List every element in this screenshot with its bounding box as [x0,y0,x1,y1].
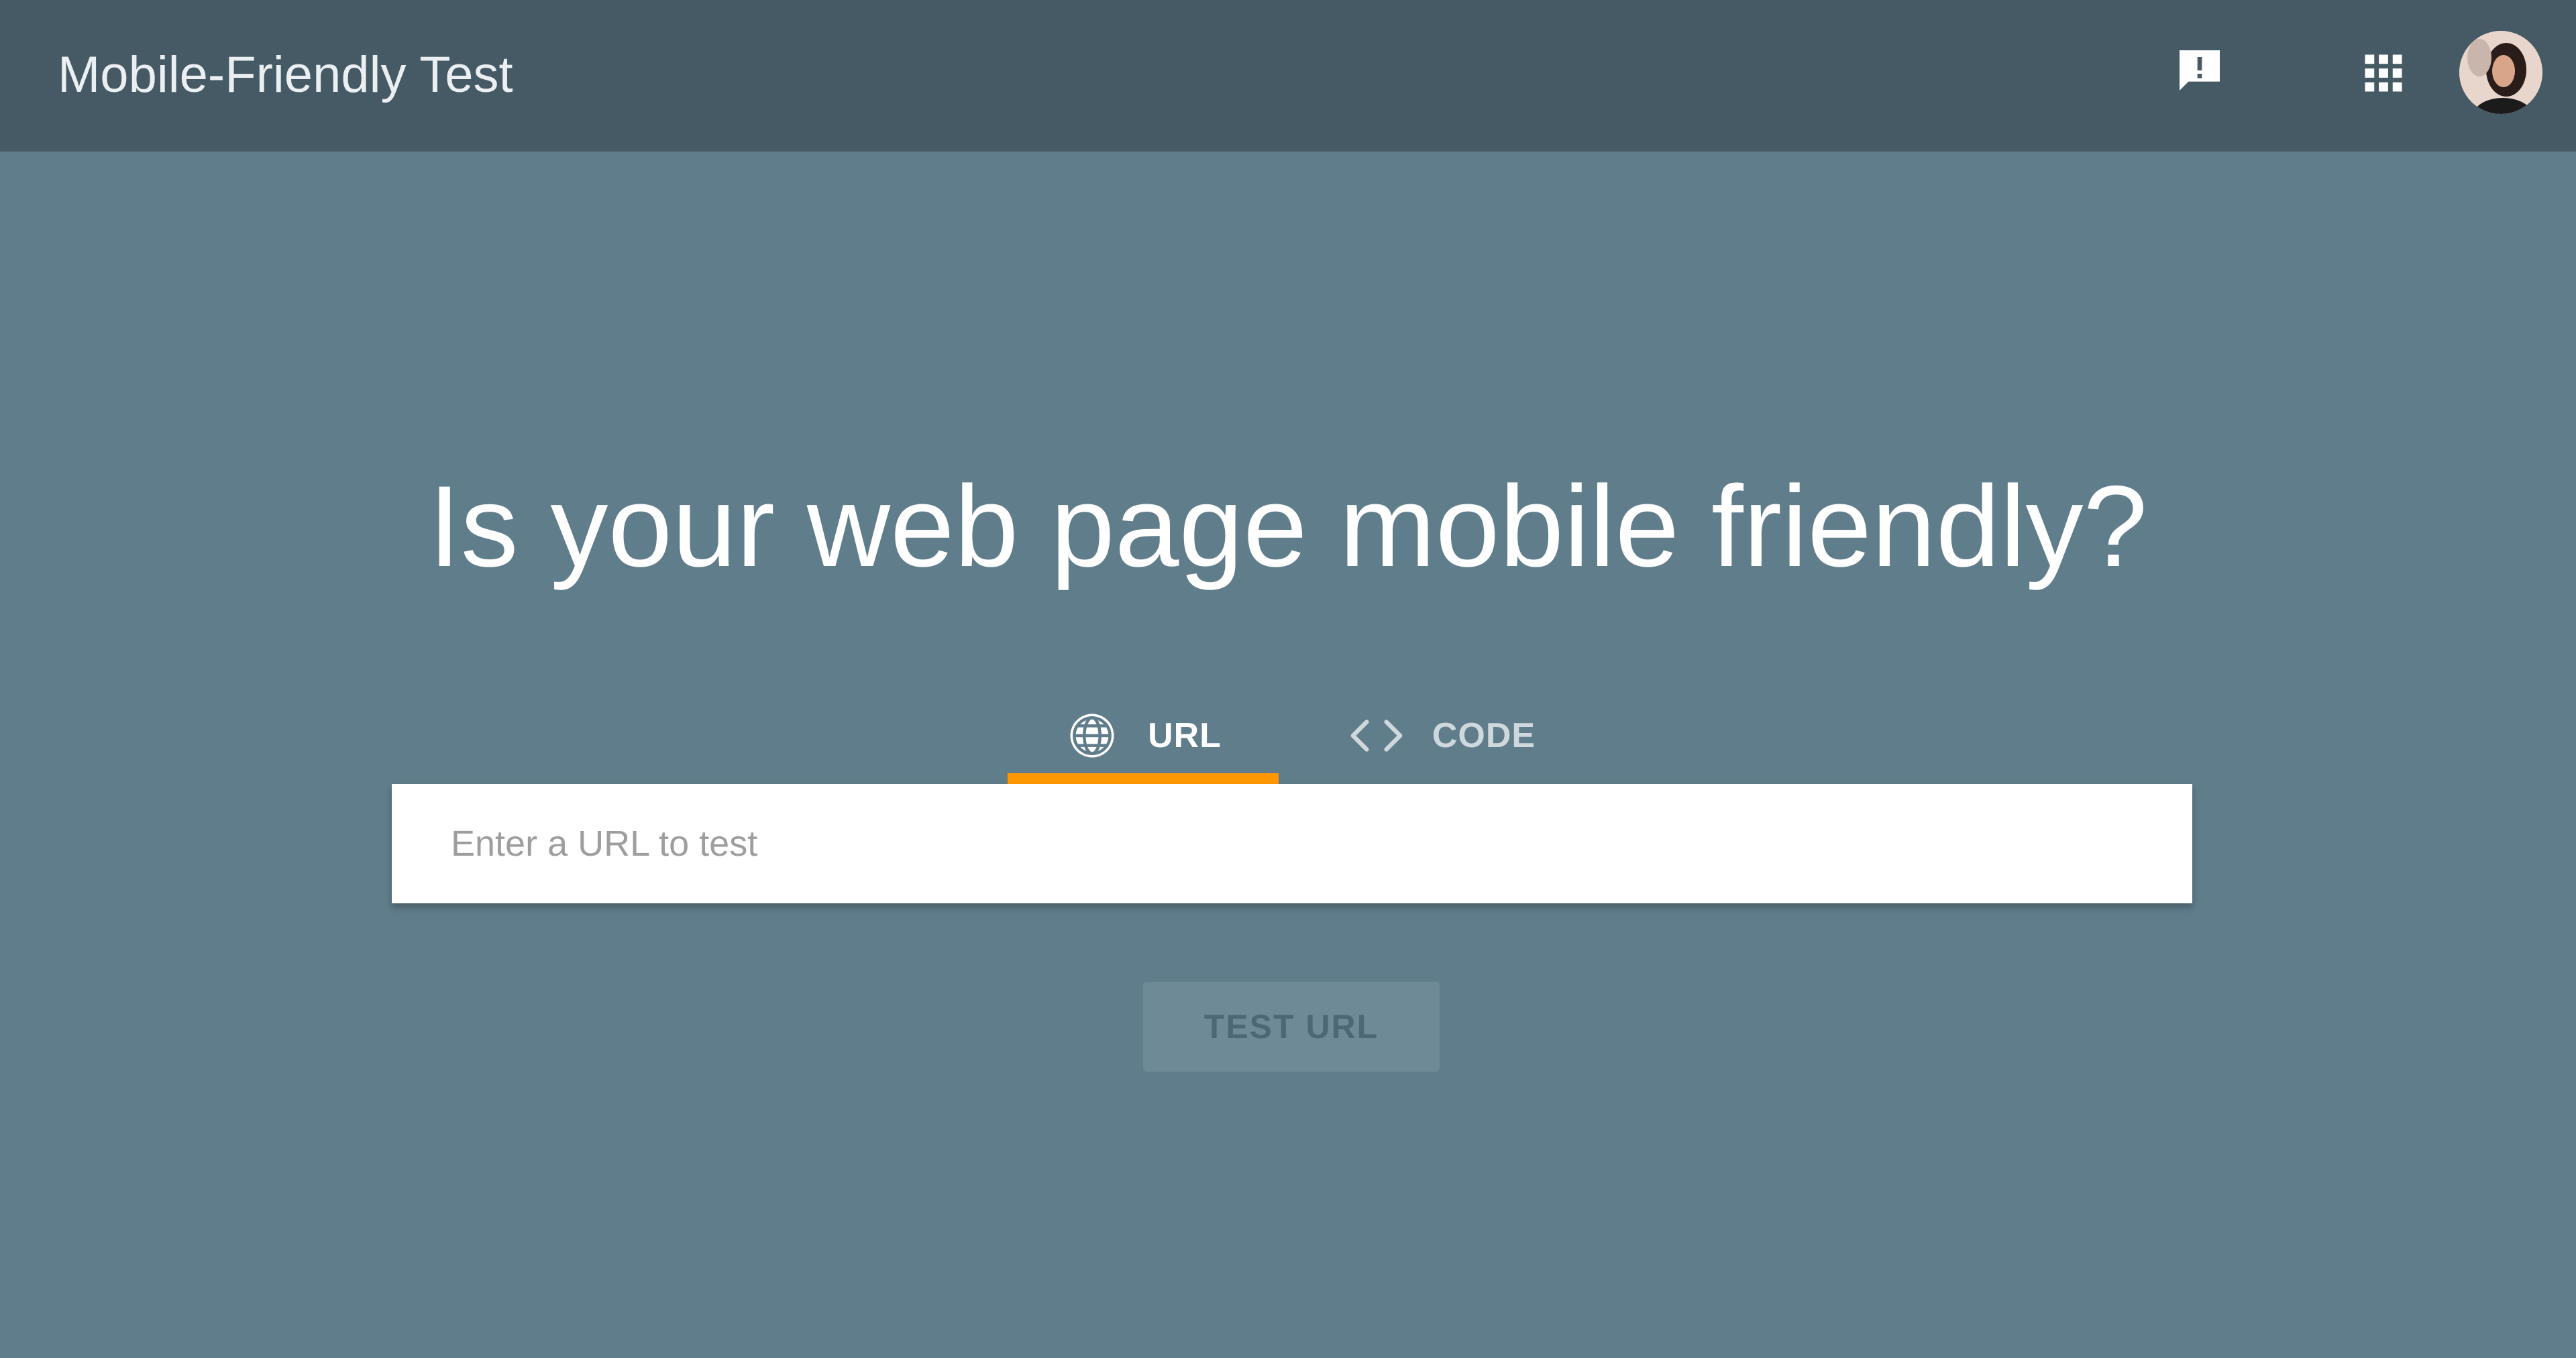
url-input[interactable] [392,784,2192,903]
code-brackets-icon [1349,708,1404,763]
tab-code[interactable]: CODE [1308,687,1576,784]
feedback-icon [2173,44,2226,101]
top-app-bar: Mobile-Friendly Test [0,0,2576,152]
apps-grid-icon [2361,51,2406,99]
active-tab-indicator [1008,773,1279,784]
apps-button[interactable] [2352,43,2415,106]
tab-url[interactable]: URL [1008,687,1279,784]
test-url-button[interactable]: TEST URL [1143,982,1440,1072]
avatar[interactable] [2459,31,2542,114]
globe-icon [1065,708,1120,763]
tab-code-label: CODE [1432,716,1536,755]
page-headline: Is your web page mobile friendly? [428,462,2148,591]
app-title: Mobile-Friendly Test [58,46,513,103]
tab-url-label: URL [1148,716,1222,755]
feedback-button[interactable] [2168,40,2231,103]
